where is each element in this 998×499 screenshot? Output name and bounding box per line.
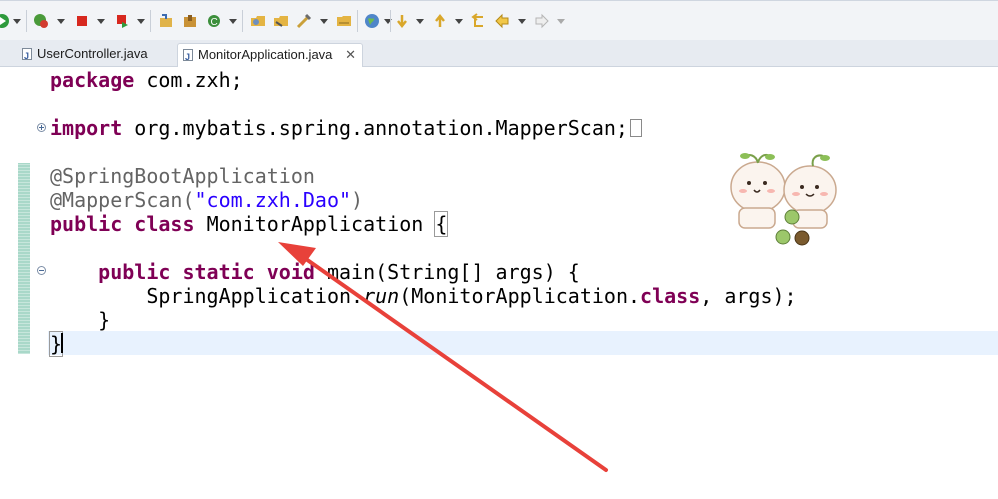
close-tab-icon[interactable]: ✕ <box>345 44 356 66</box>
debug-dropdown-icon[interactable] <box>57 19 65 24</box>
run-dropdown-icon[interactable] <box>13 19 21 24</box>
editor-tab-bar: UserController.java MonitorApplication.j… <box>0 40 998 68</box>
current-line-highlight <box>48 331 998 355</box>
java-file-icon <box>22 45 32 67</box>
open-type-icon[interactable] <box>250 13 266 29</box>
code-line-method-close: } <box>98 308 111 332</box>
new-class-icon[interactable]: C <box>206 13 222 29</box>
search-dropdown-icon[interactable] <box>320 19 328 24</box>
code-line-import: import org.mybatis.spring.annotation.Map… <box>50 116 642 140</box>
expand-fold-icon[interactable] <box>37 123 46 132</box>
run-icon[interactable] <box>0 13 10 29</box>
toolbar-separator <box>26 10 27 32</box>
previous-annotation-icon[interactable] <box>432 13 448 29</box>
main-toolbar: C <box>0 0 998 40</box>
collapsed-imports-icon[interactable] <box>629 119 642 137</box>
globe-icon[interactable] <box>364 13 380 29</box>
code-line-run-call: SpringApplication.run(MonitorApplication… <box>146 284 797 308</box>
open-task-icon[interactable] <box>273 13 289 29</box>
code-line-class-declaration: public class MonitorApplication { <box>50 211 449 237</box>
code-line-annotation-mapperscan: @MapperScan("com.zxh.Dao") <box>50 188 364 212</box>
new-class-dropdown-icon[interactable] <box>229 19 237 24</box>
stop-icon[interactable] <box>74 13 90 29</box>
forward-dropdown-icon[interactable] <box>557 19 565 24</box>
last-edit-location-icon[interactable] <box>470 13 486 29</box>
previous-annotation-dropdown-icon[interactable] <box>455 19 463 24</box>
tab-user-controller[interactable]: UserController.java <box>17 43 175 67</box>
new-java-project-icon[interactable] <box>158 13 174 29</box>
toolbar-separator <box>357 10 358 32</box>
java-file-icon <box>183 46 193 68</box>
collapse-fold-icon[interactable] <box>37 266 46 275</box>
code-line-annotation-springboot: @SpringBootApplication <box>50 164 315 188</box>
back-icon[interactable] <box>494 13 510 29</box>
code-line-package: package com.zxh; <box>50 68 243 92</box>
cartoon-sticker <box>730 153 837 246</box>
tab-label: MonitorApplication.java <box>198 47 333 62</box>
forward-icon[interactable] <box>534 13 550 29</box>
text-cursor <box>61 333 63 353</box>
code-line-main-method: public static void main(String[] args) { <box>98 260 580 284</box>
debug-icon[interactable] <box>33 13 49 29</box>
next-annotation-icon[interactable] <box>394 13 410 29</box>
search-icon[interactable] <box>296 13 312 29</box>
tab-label: UserController.java <box>37 46 148 61</box>
change-marker <box>18 163 30 354</box>
svg-text:C: C <box>211 17 218 28</box>
next-annotation-dropdown-icon[interactable] <box>416 19 424 24</box>
coverage-dropdown-icon[interactable] <box>137 19 145 24</box>
stop-dropdown-icon[interactable] <box>97 19 105 24</box>
back-dropdown-icon[interactable] <box>518 19 526 24</box>
toolbar-separator <box>150 10 151 32</box>
tab-monitor-application[interactable]: MonitorApplication.java ✕ <box>177 43 363 68</box>
toolbar-separator <box>390 10 391 32</box>
toolbar-separator <box>242 10 243 32</box>
coverage-icon[interactable] <box>114 13 130 29</box>
new-package-icon[interactable] <box>182 13 198 29</box>
open-folder-icon[interactable] <box>336 13 352 29</box>
